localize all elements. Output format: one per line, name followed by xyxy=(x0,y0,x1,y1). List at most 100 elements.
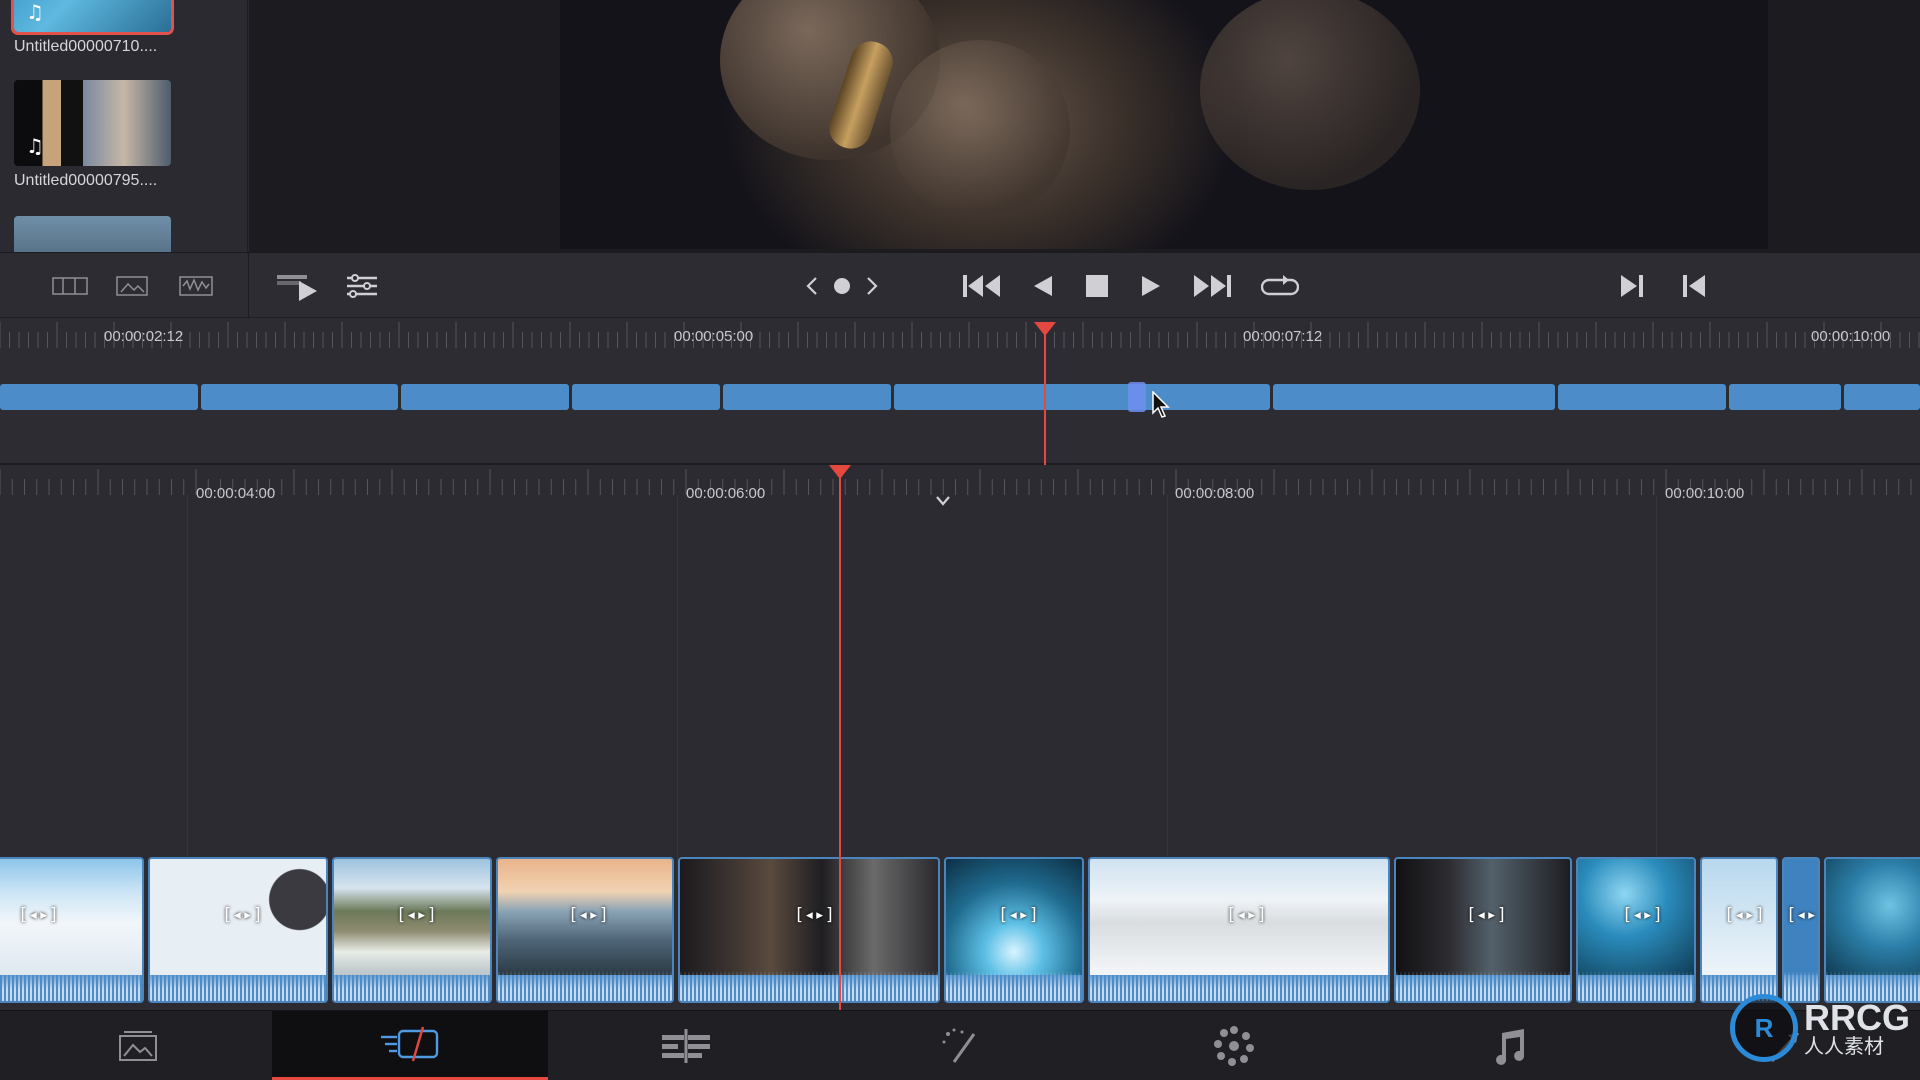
transition-icon[interactable]: [◂▸] xyxy=(794,905,835,931)
video-track[interactable]: [◂▸] [◂▸] [◂▸] [◂▸] [◂▸] [◂▸] [◂▸] [◂▸] … xyxy=(0,857,1920,1003)
clip-thumbnail[interactable] xyxy=(14,216,171,252)
upper-clip-segment[interactable] xyxy=(201,384,398,410)
timeline-clip[interactable]: [◂▸] xyxy=(1576,857,1696,1003)
upper-timeline[interactable]: 00:00:02:12 00:00:05:00 00:00:07:12 00:0… xyxy=(0,318,1920,465)
stop-icon[interactable] xyxy=(1084,269,1110,303)
grid-line xyxy=(1167,495,1168,885)
transition-icon[interactable]: [◂▸] xyxy=(222,905,263,931)
upper-clip-strip[interactable] xyxy=(0,382,1920,412)
previous-edit-icon[interactable] xyxy=(800,269,824,303)
divider xyxy=(248,253,249,319)
fusion-page-icon xyxy=(942,1028,976,1063)
chevron-down-icon[interactable] xyxy=(935,495,951,507)
upper-timecode: 00:00:10:00 xyxy=(1811,328,1891,345)
grid-line xyxy=(187,495,188,885)
timeline-clip[interactable]: [◂▸] xyxy=(1700,857,1778,1003)
mark-out-icon[interactable] xyxy=(1680,269,1708,303)
transport-bar xyxy=(0,252,1920,319)
media-page-button[interactable] xyxy=(0,1011,276,1080)
timeline-view-stacked-icon[interactable] xyxy=(50,269,90,303)
mouse-cursor-icon xyxy=(1152,391,1170,418)
upper-timecode: 00:00:05:00 xyxy=(674,328,754,345)
upper-clip-segment[interactable] xyxy=(1729,384,1841,410)
settings-sliders-icon[interactable] xyxy=(342,269,382,303)
lower-timeline[interactable]: 00:00:04:00 00:00:06:00 00:00:08:00 00:0… xyxy=(0,465,1920,1022)
edit-point-dot-icon[interactable] xyxy=(830,269,854,303)
timeline-clip[interactable]: [◂▸] xyxy=(1394,857,1572,1003)
transition-icon[interactable]: [◂▸] xyxy=(568,905,609,931)
clip-thumbnail xyxy=(1826,859,1920,975)
go-to-start-icon[interactable] xyxy=(962,269,1002,303)
timeline-clip[interactable]: [◂▸] xyxy=(496,857,674,1003)
media-clip-2[interactable]: ♫ Untitled00000795.... xyxy=(14,80,171,190)
transition-icon[interactable]: [◂▸] xyxy=(1622,905,1663,931)
timeline-clip[interactable]: [◂▸] xyxy=(332,857,492,1003)
upper-timecode: 00:00:02:12 xyxy=(104,328,184,345)
timeline-view-waveform-icon[interactable] xyxy=(176,269,216,303)
play-reverse-icon[interactable] xyxy=(1030,269,1056,303)
lower-timecode: 00:00:08:00 xyxy=(1175,485,1255,502)
transition-icon[interactable]: [◂▸] xyxy=(1786,905,1818,931)
cut-page-button[interactable] xyxy=(272,1011,548,1080)
lower-playhead-handle[interactable] xyxy=(829,465,851,479)
timeline-clip[interactable]: [◂▸] xyxy=(678,857,940,1003)
edit-point-highlight[interactable] xyxy=(1128,382,1146,412)
play-icon[interactable] xyxy=(1138,269,1164,303)
clip-thumbnail[interactable]: ♫ xyxy=(14,80,171,166)
app-window: ♫ Untitled00000710.... ♫ Untitled0000079… xyxy=(0,0,1920,1080)
timeline-clip[interactable]: [◂▸] xyxy=(148,857,328,1003)
grid-line xyxy=(677,495,678,885)
color-page-button[interactable] xyxy=(1096,1011,1372,1080)
timeline-clip[interactable] xyxy=(1824,857,1920,1003)
upper-clip-segment[interactable] xyxy=(894,384,1270,410)
timeline-clip[interactable]: [◂▸] xyxy=(0,857,144,1003)
upper-clip-segment[interactable] xyxy=(0,384,198,410)
color-page-icon xyxy=(1214,1026,1254,1066)
fusion-page-button[interactable] xyxy=(824,1011,1100,1080)
timeline-clip[interactable]: [◂▸] xyxy=(1088,857,1390,1003)
upper-ruler[interactable] xyxy=(0,318,1920,348)
transition-icon[interactable]: [◂▸] xyxy=(1466,905,1507,931)
edit-page-button[interactable] xyxy=(548,1011,824,1080)
timeline-clip[interactable]: [◂▸] xyxy=(944,857,1084,1003)
lower-playhead-line[interactable] xyxy=(839,477,841,1022)
media-page-icon xyxy=(119,1031,157,1061)
next-edit-icon[interactable] xyxy=(860,269,884,303)
upper-playhead-handle[interactable] xyxy=(1034,322,1056,336)
transition-icon[interactable]: [◂▸] xyxy=(18,905,59,931)
audio-icon: ♫ xyxy=(26,0,44,24)
loop-icon[interactable] xyxy=(1260,269,1300,303)
grid-line xyxy=(1656,495,1657,885)
audio-icon: ♫ xyxy=(26,134,44,158)
upper-playhead-line[interactable] xyxy=(1044,332,1046,465)
media-clip-1[interactable]: ♫ Untitled00000710.... xyxy=(11,0,174,56)
timeline-clip[interactable]: [◂▸] xyxy=(1782,857,1820,1003)
audio-waveform xyxy=(334,971,490,1001)
audio-waveform xyxy=(150,971,326,1001)
transition-icon[interactable]: [◂▸] xyxy=(1724,905,1765,931)
transition-icon[interactable]: [◂▸] xyxy=(1226,905,1267,931)
timeline-view-thumbnail-icon[interactable] xyxy=(112,269,152,303)
upper-timecode: 00:00:07:12 xyxy=(1243,328,1323,345)
viewer-frame xyxy=(560,0,1768,249)
media-clip-3[interactable] xyxy=(14,216,171,252)
hand-shape xyxy=(1200,0,1420,190)
upper-clip-segment[interactable] xyxy=(572,384,720,410)
audio-waveform xyxy=(680,971,938,1001)
transition-icon[interactable]: [◂▸] xyxy=(998,905,1039,931)
go-to-end-icon[interactable] xyxy=(1192,269,1232,303)
upper-clip-segment[interactable] xyxy=(1273,384,1555,410)
upper-clip-segment[interactable] xyxy=(1844,384,1920,410)
fairlight-page-button[interactable] xyxy=(1372,1011,1648,1080)
upper-clip-segment[interactable] xyxy=(723,384,891,410)
mark-in-icon[interactable] xyxy=(1618,269,1646,303)
clip-thumbnail[interactable]: ♫ xyxy=(11,0,174,35)
source-tape-icon[interactable] xyxy=(274,269,320,303)
watermark-logo: R RRCG 人人素材 xyxy=(1730,994,1910,1062)
watermark-subtext: 人人素材 xyxy=(1804,1034,1884,1058)
upper-clip-segment[interactable] xyxy=(401,384,569,410)
audio-waveform xyxy=(1090,971,1388,1001)
upper-clip-segment[interactable] xyxy=(1558,384,1726,410)
transition-icon[interactable]: [◂▸] xyxy=(396,905,437,931)
lower-ruler[interactable] xyxy=(0,465,1920,495)
